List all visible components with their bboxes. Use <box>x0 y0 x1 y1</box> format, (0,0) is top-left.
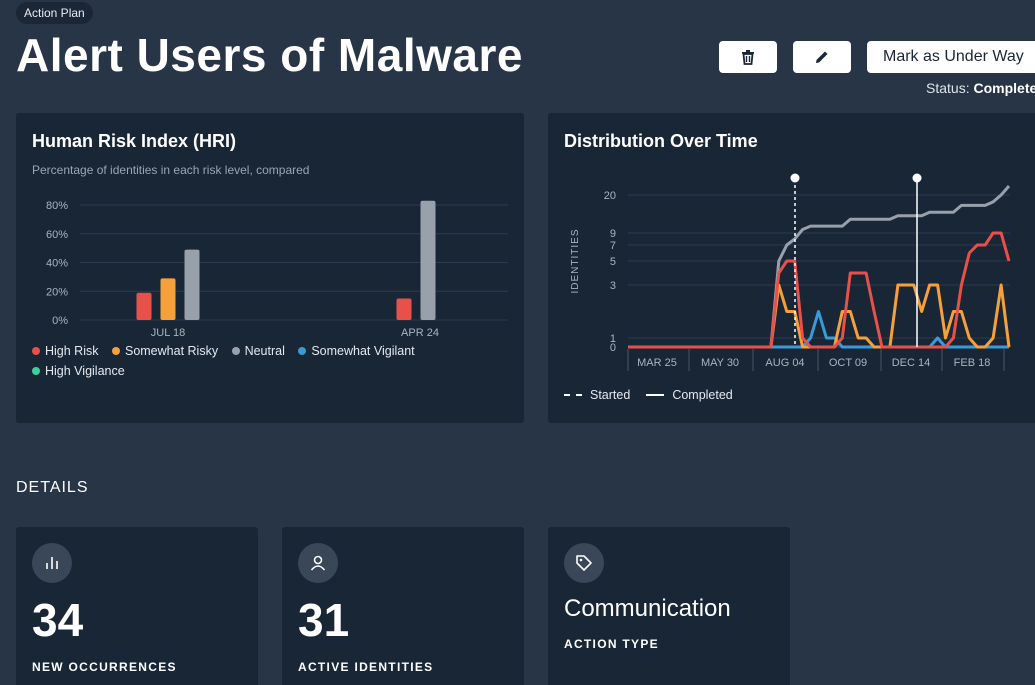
legend-neutral[interactable]: Neutral <box>231 341 285 361</box>
hri-card: Human Risk Index (HRI) Percentage of ide… <box>16 113 524 423</box>
trash-icon <box>742 50 754 65</box>
edit-button[interactable] <box>793 41 851 73</box>
hri-bar-neutral <box>420 200 436 320</box>
action-type-value: Communication <box>564 595 731 622</box>
somewhat-risky-dot <box>111 347 120 355</box>
hri-bar-neutral <box>184 249 200 320</box>
dist-series-high-risk <box>628 231 1011 349</box>
dist-series-neutral <box>628 185 1011 349</box>
hri-ytick-label: 80% <box>46 200 68 212</box>
distribution-card: Distribution Over Time 0 1 3 5 7 9 20 IDENTITIE… <box>548 113 1035 423</box>
mark-under-way-button[interactable]: Mark as Under Way <box>867 41 1035 73</box>
tag-icon <box>564 543 604 583</box>
legend-high-vigilance[interactable]: High Vigilance <box>32 361 125 381</box>
hri-legend: High Risk Somewhat Risky Neutral Somewha… <box>32 341 472 381</box>
dist-xtick-label: MAR 25 <box>637 357 677 369</box>
hri-bar-high-risk <box>136 292 152 320</box>
status-value: Completed <box>973 80 1035 96</box>
legend-somewhat-risky-label: Somewhat Risky <box>124 344 219 358</box>
dist-xtick-label: OCT 09 <box>829 357 867 369</box>
dist-xtick-label: MAY 30 <box>701 357 739 369</box>
dist-ylabel: IDENTITIES <box>570 228 581 293</box>
legend-high-vigilance-label: High Vigilance <box>45 364 125 378</box>
new-occurrences-value: 34 <box>32 594 84 646</box>
delete-button[interactable] <box>719 41 777 73</box>
hri-bar-chart: 0% 20% 40% 60% 80% JUL 18 APR 24 <box>46 200 508 339</box>
dist-ytick-label: 1 <box>610 333 616 345</box>
details-section-title: DETAILS <box>16 479 89 496</box>
active-identities-card: 31 ACTIVE IDENTITIES <box>282 527 524 685</box>
legend-started-label: Started <box>590 388 631 402</box>
action-type-label: ACTION TYPE <box>564 637 659 651</box>
dist-ytick-label: 5 <box>610 256 616 268</box>
dist-ytick-label: 20 <box>604 190 616 202</box>
legend-high-risk[interactable]: High Risk <box>32 341 99 361</box>
legend-somewhat-vigilant[interactable]: Somewhat Vigilant <box>298 341 415 361</box>
legend-somewhat-risky[interactable]: Somewhat Risky <box>111 341 219 361</box>
page-title: Alert Users of Malware <box>16 29 523 81</box>
active-identities-value: 31 <box>298 594 350 646</box>
dist-ytick-label: 3 <box>610 280 616 292</box>
new-occurrences-label: NEW OCCURRENCES <box>32 660 177 674</box>
user-icon <box>298 543 338 583</box>
dist-xtick-label: DEC 14 <box>892 357 931 369</box>
new-occurrences-card: 34 NEW OCCURRENCES <box>16 527 258 685</box>
hri-bar-somewhat-risky <box>160 278 176 320</box>
legend-high-risk-label: High Risk <box>45 344 99 358</box>
dist-xtick-label: FEB 18 <box>954 357 991 369</box>
legend-somewhat-vigilant-label: Somewhat Vigilant <box>311 344 415 358</box>
hri-ytick-label: 60% <box>46 229 68 241</box>
hri-xtick-label: APR 24 <box>401 327 439 339</box>
hri-ytick-label: 40% <box>46 258 68 270</box>
high-risk-dot <box>32 347 40 355</box>
distribution-line-chart: 01357920IDENTITIESMAR 25 MAY 30 AUG 04 OCT … <box>570 173 1011 371</box>
dist-marker-dot-started <box>790 173 800 183</box>
status-line: Status: Completed <box>926 80 1035 96</box>
somewhat-vigilant-dot <box>298 347 307 355</box>
action-plan-badge: Action Plan <box>16 2 93 24</box>
neutral-dot <box>231 347 240 355</box>
pencil-icon <box>816 51 828 63</box>
distribution-legend: Started Completed <box>564 388 733 402</box>
status-label: Status: <box>926 80 970 96</box>
completed-line-swatch <box>646 394 665 396</box>
active-identities-label: ACTIVE IDENTITIES <box>298 660 434 674</box>
dist-marker-dot-completed <box>912 173 922 183</box>
dist-ytick-label: 7 <box>610 240 616 252</box>
hri-ytick-label: 0% <box>52 315 68 327</box>
high-vigilance-dot <box>32 367 40 375</box>
dist-ytick-label: 9 <box>610 228 616 240</box>
legend-neutral-label: Neutral <box>244 344 285 358</box>
legend-completed-label: Completed <box>672 388 733 402</box>
started-line-swatch <box>564 394 582 396</box>
hri-bar-high-risk <box>396 298 412 320</box>
action-type-card: Communication ACTION TYPE <box>548 527 790 685</box>
bar-chart-icon <box>32 543 72 583</box>
dist-xtick-label: AUG 04 <box>765 357 804 369</box>
hri-xtick-label: JUL 18 <box>151 327 185 339</box>
hri-ytick-label: 20% <box>46 286 68 298</box>
